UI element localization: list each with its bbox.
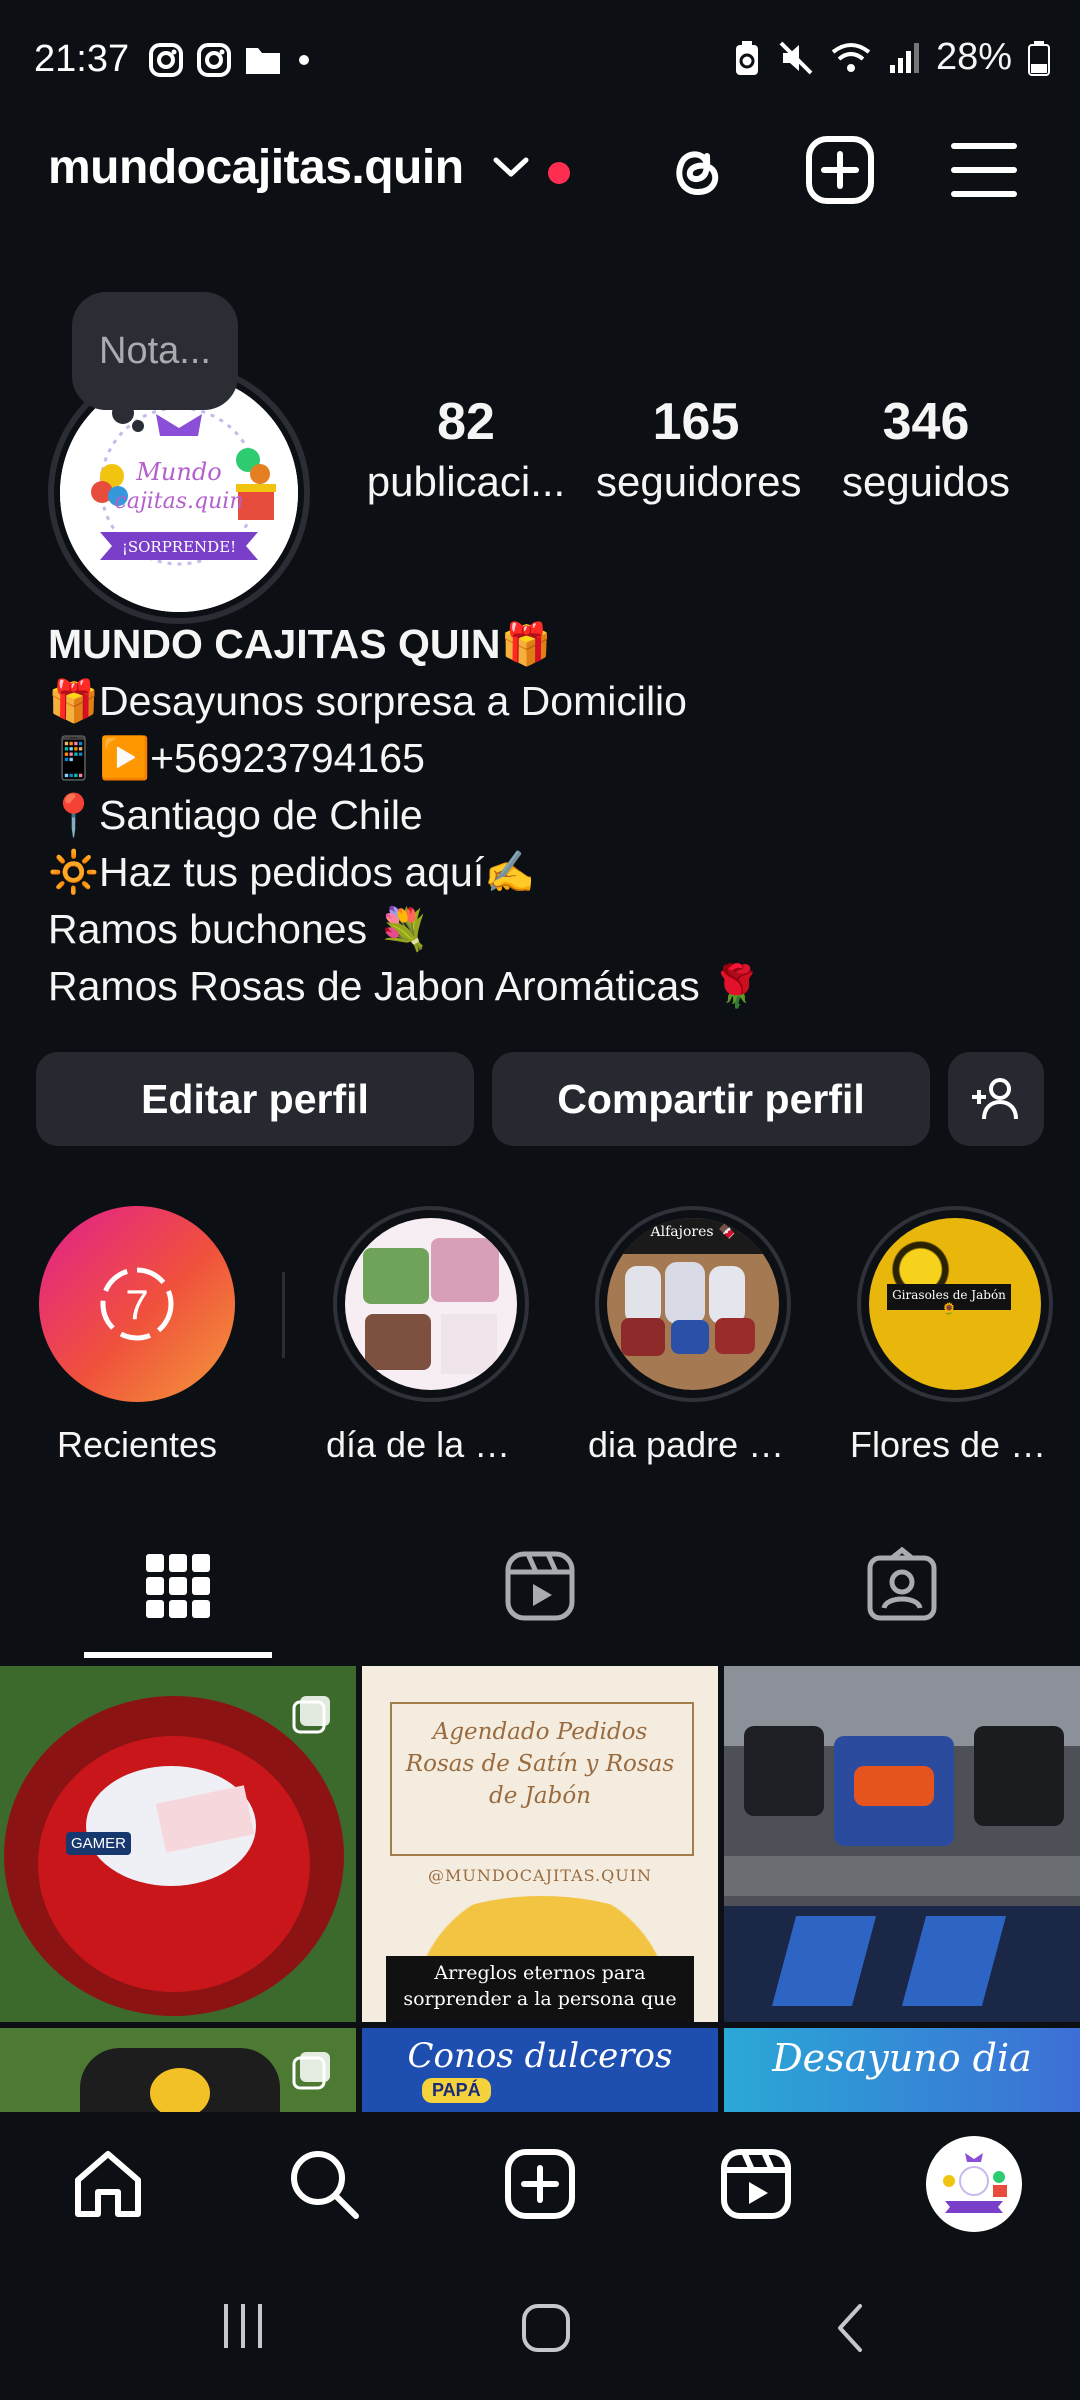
grid-post-caption: Arreglos eternos para sorprender a la pe… bbox=[403, 1962, 677, 2010]
grid-post-badge: GAMER bbox=[66, 1832, 132, 1855]
highlight-label: Flores de Jab... bbox=[850, 1424, 1060, 1465]
stat-posts[interactable]: 82 publicaci... bbox=[366, 392, 566, 506]
status-bar: 21:37 28% bbox=[0, 0, 1080, 120]
bio-phone-line[interactable]: 📱▶️+56923794165 bbox=[48, 730, 1048, 787]
highlight-recientes[interactable]: 7 Recientes bbox=[32, 1206, 242, 1466]
search-icon[interactable] bbox=[286, 2146, 362, 2222]
stat-posts-count: 82 bbox=[437, 393, 495, 451]
grid-post-tile[interactable]: Desayuno dia bbox=[724, 2028, 1080, 2112]
mute-icon bbox=[779, 41, 813, 74]
wifi-icon bbox=[831, 42, 871, 72]
highlight-label: Recientes bbox=[56, 1424, 218, 1465]
notification-dot bbox=[548, 162, 570, 184]
note-bubble-tail bbox=[132, 420, 144, 432]
grid-post-handle: @MUNDOCAJITAS.QUIN bbox=[427, 1866, 653, 1885]
highlight-cover bbox=[333, 1206, 529, 1402]
back-icon[interactable] bbox=[826, 2298, 876, 2358]
reels-icon[interactable] bbox=[718, 2146, 794, 2222]
highlight-caption: Alfajores 🍫 bbox=[650, 1224, 736, 1240]
more-notifications-dot-icon bbox=[299, 55, 309, 65]
highlight-cover: Alfajores 🍫 bbox=[595, 1206, 791, 1402]
folder-notification-icon bbox=[246, 48, 280, 74]
home-icon[interactable] bbox=[70, 2146, 146, 2222]
highlight-label: día de la madr... bbox=[326, 1424, 536, 1465]
grid-post-tile[interactable]: GAMER bbox=[0, 1666, 356, 2022]
note-bubble-tail bbox=[112, 402, 134, 424]
avatar-brand-line2: cajitas.quin bbox=[115, 489, 244, 514]
grid-post-tile[interactable]: Conos dulceros PAPÁ bbox=[362, 2028, 718, 2112]
status-time: 21:37 bbox=[34, 38, 130, 80]
account-switcher-username[interactable]: mundocajitas.quin bbox=[48, 140, 464, 195]
highlight-cover: Girasoles de Jabón 🌻 bbox=[857, 1206, 1053, 1402]
bio-line: 🎁Desayunos sorpresa a Domicilio bbox=[48, 678, 687, 724]
avatar-brand-line1: Mundo bbox=[135, 458, 221, 486]
chevron-down-icon[interactable] bbox=[490, 152, 532, 182]
stat-posts-label: publicaci... bbox=[366, 458, 566, 505]
multiple-images-icon bbox=[292, 2052, 330, 2090]
instagram-notification-icon bbox=[149, 43, 183, 77]
share-profile-button[interactable]: Compartir perfil bbox=[492, 1052, 930, 1146]
create-post-icon[interactable] bbox=[502, 2146, 578, 2222]
grid-post-subtitle: PAPÁ bbox=[422, 2078, 491, 2103]
threads-icon[interactable] bbox=[660, 134, 732, 206]
profile-tab-logo bbox=[929, 2139, 1019, 2229]
bio-line: 🔆Haz tus pedidos aquí✍️ bbox=[48, 849, 536, 895]
recent-apps-icon[interactable] bbox=[218, 2298, 268, 2354]
note-bubble[interactable]: Nota... bbox=[72, 292, 238, 410]
signal-icon bbox=[889, 42, 919, 73]
add-person-icon bbox=[972, 1078, 1018, 1120]
tab-reels-icon[interactable] bbox=[500, 1546, 580, 1626]
grid-post-tile[interactable] bbox=[0, 2028, 356, 2112]
profile-tab-avatar[interactable] bbox=[926, 2136, 1022, 2232]
tab-tagged-icon[interactable] bbox=[862, 1546, 942, 1626]
stat-following[interactable]: 346 seguidos bbox=[826, 392, 1026, 506]
highlight-caption: Girasoles de Jabón 🌻 bbox=[892, 1288, 1006, 1316]
highlight-dia-padre-2024[interactable]: Alfajores 🍫 dia padre 2024 bbox=[588, 1206, 798, 1466]
home-button-icon[interactable] bbox=[518, 2300, 574, 2356]
menu-icon[interactable] bbox=[948, 134, 1020, 206]
status-notification-icons bbox=[148, 42, 314, 78]
bio-line: 📍Santiago de Chile bbox=[48, 792, 423, 838]
stat-followers[interactable]: 165 seguidores bbox=[596, 392, 802, 506]
highlight-dia-madre[interactable]: día de la madr... bbox=[326, 1206, 536, 1466]
highlight-label: dia padre 2024 bbox=[588, 1424, 798, 1465]
create-new-icon[interactable] bbox=[804, 134, 876, 206]
stat-followers-count: 165 bbox=[652, 393, 740, 451]
battery-saver-icon bbox=[735, 40, 758, 75]
highlight-cover: 7 bbox=[39, 1206, 235, 1402]
profile-bio: MUNDO CAJITAS QUIN🎁 🎁Desayunos sorpresa … bbox=[48, 616, 1048, 1015]
recent-stories-icon: 7 bbox=[100, 1267, 174, 1341]
battery-icon bbox=[1028, 40, 1050, 76]
edit-profile-button[interactable]: Editar perfil bbox=[36, 1052, 474, 1146]
bio-line: Ramos Rosas de Jabon Aromáticas 🌹 bbox=[48, 963, 763, 1009]
recent-stories-count: 7 bbox=[125, 1281, 148, 1328]
highlight-flores-de-jabon[interactable]: Girasoles de Jabón 🌻 Flores de Jab... bbox=[850, 1206, 1060, 1466]
status-right-icons: 28% bbox=[732, 36, 1050, 79]
instagram-notification-icon bbox=[197, 43, 231, 77]
stat-following-count: 346 bbox=[882, 393, 970, 451]
stat-followers-label: seguidores bbox=[596, 458, 802, 505]
discover-people-button[interactable] bbox=[948, 1052, 1044, 1146]
grid-post-tile[interactable] bbox=[724, 1666, 1080, 2022]
avatar-ribbon-text: ¡SORPRENDE! bbox=[122, 538, 236, 556]
grid-post-title: Desayuno dia bbox=[772, 2036, 1032, 2080]
grid-post-title: Conos dulceros bbox=[407, 2036, 673, 2076]
bio-line: Ramos buchones 💐 bbox=[48, 906, 430, 952]
battery-percent: 28% bbox=[935, 36, 1012, 78]
profile-display-name: MUNDO CAJITAS QUIN🎁 bbox=[48, 621, 552, 667]
highlights-divider bbox=[282, 1272, 285, 1358]
grid-post-title: Agendado Pedidos Rosas de Satín y Rosas … bbox=[405, 1719, 675, 1809]
active-tab-indicator bbox=[84, 1652, 272, 1658]
tab-posts-grid-icon[interactable] bbox=[138, 1546, 218, 1626]
grid-post-tile[interactable]: Agendado Pedidos Rosas de Satín y Rosas … bbox=[362, 1666, 718, 2022]
stat-following-label: seguidos bbox=[841, 458, 1011, 505]
multiple-images-icon bbox=[292, 1696, 330, 1734]
